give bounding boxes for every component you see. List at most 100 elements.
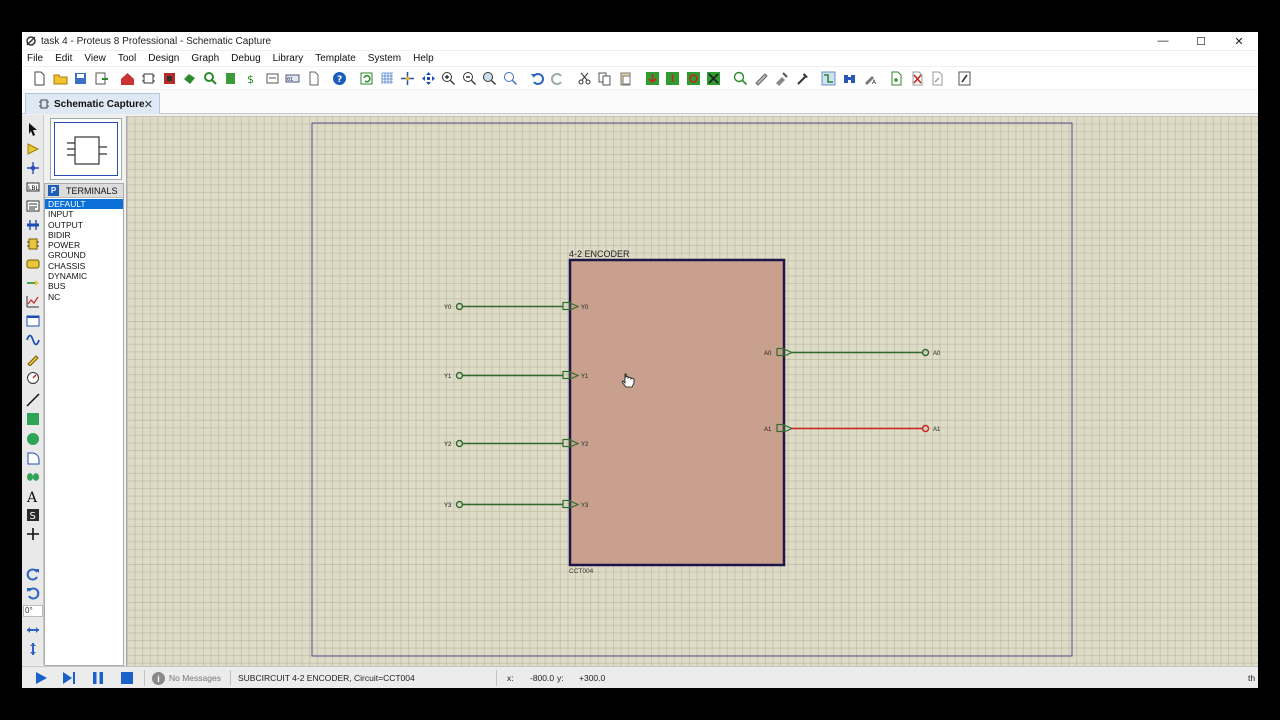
- paste-icon[interactable]: [617, 70, 634, 87]
- menu-tool[interactable]: Tool: [112, 53, 142, 64]
- property-assignment-icon[interactable]: A: [862, 70, 879, 87]
- menu-view[interactable]: View: [78, 53, 112, 64]
- search-tag-icon[interactable]: [841, 70, 858, 87]
- terminal-item-ground[interactable]: GROUND: [45, 250, 123, 260]
- new-sheet-icon[interactable]: [888, 70, 905, 87]
- 3d-viewer-icon[interactable]: [181, 70, 198, 87]
- menu-library[interactable]: Library: [267, 53, 310, 64]
- origin-icon[interactable]: [399, 70, 416, 87]
- zoom-in-icon[interactable]: [440, 70, 457, 87]
- source-code-icon[interactable]: 01: [284, 70, 301, 87]
- selection-mode-icon[interactable]: [25, 121, 41, 137]
- terminal-item-dynamic[interactable]: DYNAMIC: [45, 271, 123, 281]
- decompose-icon[interactable]: [794, 70, 811, 87]
- tab-schematic-capture[interactable]: Schematic Capture ✕: [25, 93, 160, 114]
- box-tool-icon[interactable]: [25, 411, 41, 427]
- buses-icon[interactable]: [25, 217, 41, 233]
- terminal-item-chassis[interactable]: CHASSIS: [45, 261, 123, 271]
- rotate-clockwise-icon[interactable]: [25, 566, 41, 582]
- remove-sheet-icon[interactable]: [909, 70, 926, 87]
- copy-icon[interactable]: [596, 70, 613, 87]
- terminal-item-output[interactable]: OUTPUT: [45, 220, 123, 230]
- make-device-icon[interactable]: [753, 70, 770, 87]
- mirror-horizontal-icon[interactable]: [25, 622, 41, 638]
- subcircuit-block[interactable]: [568, 258, 786, 567]
- pause-simulation-button[interactable]: [90, 670, 106, 686]
- design-explorer-icon[interactable]: [264, 70, 281, 87]
- wire-autorouter-icon[interactable]: [820, 70, 837, 87]
- import-icon[interactable]: [93, 70, 110, 87]
- wire-label-icon[interactable]: LBL: [25, 179, 41, 195]
- circle-tool-icon[interactable]: [25, 431, 41, 447]
- open-folder-icon[interactable]: [52, 70, 69, 87]
- arc-tool-icon[interactable]: [25, 450, 41, 466]
- menu-system[interactable]: System: [362, 53, 407, 64]
- text-script-icon[interactable]: [25, 198, 41, 214]
- block-delete-icon[interactable]: [705, 70, 722, 87]
- input-terminal[interactable]: [455, 500, 464, 509]
- messages-status[interactable]: No Messages: [169, 673, 221, 683]
- bill-of-materials-icon[interactable]: $: [243, 70, 260, 87]
- terminal-item-default[interactable]: DEFAULT: [45, 199, 123, 210]
- menu-file[interactable]: File: [22, 53, 49, 64]
- schematic-icon[interactable]: [140, 70, 157, 87]
- graph-mode-icon[interactable]: [25, 294, 41, 310]
- zoom-area-icon[interactable]: [502, 70, 519, 87]
- zoom-all-icon[interactable]: [481, 70, 498, 87]
- close-tab-icon[interactable]: ✕: [144, 98, 153, 111]
- run-simulation-button[interactable]: [33, 670, 49, 686]
- terminal-item-power[interactable]: POWER: [45, 240, 123, 250]
- line-tool-icon[interactable]: [25, 392, 41, 408]
- schematic-canvas[interactable]: 4-2 ENCODER CCT004 Y0 Y0 Y1 Y1 Y2 Y2 Y3 …: [126, 116, 1258, 666]
- menu-template[interactable]: Template: [309, 53, 362, 64]
- device-pins-icon[interactable]: [25, 275, 41, 291]
- close-window-button[interactable]: ✕: [1220, 32, 1258, 50]
- subcircuit-mode-icon[interactable]: [25, 236, 41, 252]
- active-popup-icon[interactable]: [25, 313, 41, 329]
- marker-tool-icon[interactable]: [25, 526, 41, 542]
- rotate-anticlockwise-icon[interactable]: [25, 585, 41, 601]
- packaging-tool-icon[interactable]: [773, 70, 790, 87]
- pick-devices-button[interactable]: P: [48, 185, 59, 196]
- exit-to-parent-icon[interactable]: [929, 70, 946, 87]
- design-notes-icon[interactable]: [956, 70, 973, 87]
- terminals-mode-icon[interactable]: [25, 256, 41, 272]
- rotation-angle-field[interactable]: 0°: [23, 605, 43, 617]
- gerber-viewer-icon[interactable]: [202, 70, 219, 87]
- terminal-item-bus[interactable]: BUS: [45, 281, 123, 291]
- zoom-out-icon[interactable]: [461, 70, 478, 87]
- help-icon[interactable]: ?: [331, 70, 348, 87]
- cut-icon[interactable]: [576, 70, 593, 87]
- menu-edit[interactable]: Edit: [49, 53, 78, 64]
- menu-design[interactable]: Design: [142, 53, 185, 64]
- refresh-icon[interactable]: [358, 70, 375, 87]
- pan-icon[interactable]: [420, 70, 437, 87]
- pcb-layout-icon[interactable]: [161, 70, 178, 87]
- block-copy-icon[interactable]: [644, 70, 661, 87]
- step-simulation-button[interactable]: [61, 670, 77, 686]
- home-icon[interactable]: [119, 70, 136, 87]
- menu-debug[interactable]: Debug: [225, 53, 266, 64]
- probe-mode-icon[interactable]: [25, 351, 41, 367]
- component-mode-icon[interactable]: [25, 141, 41, 157]
- symbol-tool-icon[interactable]: S: [25, 507, 41, 523]
- undo-icon[interactable]: [529, 70, 546, 87]
- document-icon[interactable]: [305, 70, 322, 87]
- output-terminal[interactable]: [921, 424, 930, 433]
- schematic-drawing[interactable]: 4-2 ENCODER CCT004 Y0 Y0 Y1 Y1 Y2 Y2 Y3 …: [127, 116, 1258, 666]
- terminal-item-input[interactable]: INPUT: [45, 209, 123, 219]
- overview-preview[interactable]: [50, 118, 122, 180]
- component-library-icon[interactable]: [222, 70, 239, 87]
- path-tool-icon[interactable]: [25, 469, 41, 485]
- grid-toggle-icon[interactable]: [379, 70, 396, 87]
- block-rotate-icon[interactable]: [685, 70, 702, 87]
- text-tool-icon[interactable]: A: [25, 488, 41, 504]
- menu-help[interactable]: Help: [407, 53, 440, 64]
- redo-icon[interactable]: [549, 70, 566, 87]
- minimize-button[interactable]: —: [1144, 32, 1182, 50]
- junction-dot-icon[interactable]: [25, 160, 41, 176]
- pick-device-icon[interactable]: [732, 70, 749, 87]
- output-terminal[interactable]: [921, 348, 930, 357]
- generator-mode-icon[interactable]: [25, 332, 41, 348]
- stop-simulation-button[interactable]: [119, 670, 135, 686]
